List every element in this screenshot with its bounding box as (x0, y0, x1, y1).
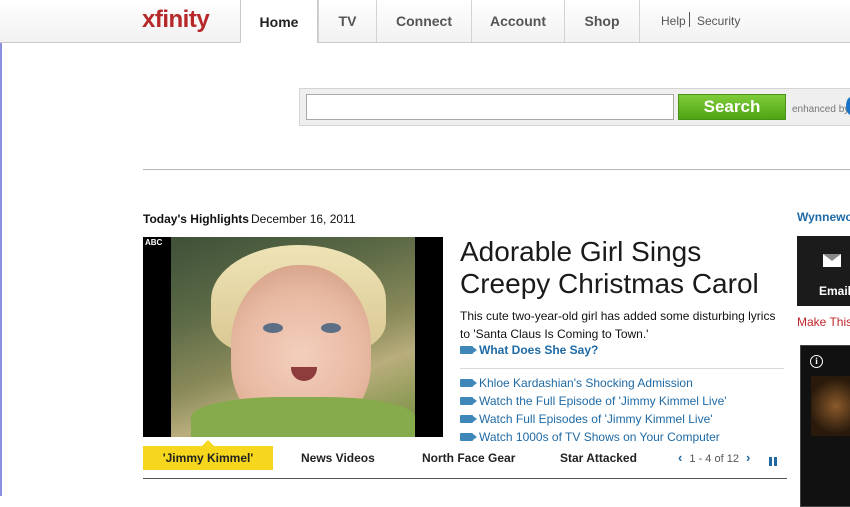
utility-separator (689, 12, 690, 27)
main-video-link[interactable]: What Does She Say? (460, 343, 598, 357)
main-video-link-label: What Does She Say? (479, 343, 599, 357)
carousel-baseline (143, 478, 787, 479)
side-video-thumbnail[interactable] (800, 345, 850, 507)
tab-tv[interactable]: TV (318, 0, 376, 42)
carousel-tab-star-attacked[interactable]: Star Attacked (560, 446, 637, 470)
video-scene (171, 237, 415, 437)
video-camera-icon (460, 378, 477, 387)
shirt-shape (191, 397, 415, 437)
related-link[interactable]: Khloe Kardashian's Shocking Admission (460, 376, 693, 390)
search-provider-logo (846, 97, 850, 115)
pause-icon[interactable] (769, 453, 779, 471)
related-link[interactable]: Watch Full Episodes of 'Jimmy Kimmel Liv… (460, 412, 713, 426)
location-link[interactable]: Wynnewo (797, 210, 850, 224)
right-eye-shape (321, 323, 341, 333)
search-input[interactable] (306, 94, 674, 120)
section-divider (143, 169, 850, 170)
help-link[interactable]: Help (661, 14, 686, 28)
carousel-tab-north-face-gear[interactable]: North Face Gear (422, 446, 515, 470)
video-camera-icon (460, 396, 477, 405)
xfinity-logo[interactable]: xfinity (142, 6, 210, 34)
network-badge: ABC (145, 238, 163, 247)
security-link[interactable]: Security (697, 14, 740, 28)
email-panel[interactable]: Email (797, 236, 850, 306)
email-label: Email (819, 284, 850, 298)
previous-arrow-icon[interactable]: ‹ (678, 450, 682, 465)
related-link[interactable]: Watch the Full Episode of 'Jimmy Kimmel … (460, 394, 727, 408)
carousel-pager: ‹ 1 - 4 of 12 › (678, 446, 750, 471)
side-video-scene (811, 376, 850, 436)
related-link-label: Watch Full Episodes of 'Jimmy Kimmel Liv… (479, 412, 713, 426)
tab-shop[interactable]: Shop (564, 0, 640, 42)
envelope-icon (823, 254, 841, 267)
story-teaser: This cute two-year-old girl has added so… (460, 309, 776, 341)
video-camera-icon (460, 414, 477, 423)
video-camera-icon (460, 345, 477, 354)
video-camera-icon (460, 432, 477, 441)
links-separator (460, 368, 784, 369)
left-edge-rule (0, 0, 2, 496)
search-button[interactable]: Search (678, 94, 786, 120)
carousel-tab-news-videos[interactable]: News Videos (301, 446, 375, 470)
related-link-label: Khloe Kardashian's Shocking Admission (479, 376, 693, 390)
related-link-label: Watch 1000s of TV Shows on Your Computer (479, 430, 720, 444)
tab-connect[interactable]: Connect (376, 0, 471, 42)
related-link-label: Watch the Full Episode of 'Jimmy Kimmel … (479, 394, 727, 408)
highlights-date: December 16, 2011 (251, 212, 356, 226)
tab-home[interactable]: Home (240, 0, 318, 43)
highlights-title: Today's Highlights (143, 212, 249, 226)
info-icon[interactable]: i (810, 355, 823, 368)
left-eye-shape (263, 323, 283, 333)
carousel-tab-jimmy-kimmel[interactable]: 'Jimmy Kimmel' (143, 446, 273, 470)
make-this-link[interactable]: Make This (797, 315, 850, 329)
featured-video-thumbnail[interactable]: ABC (143, 237, 443, 437)
story-headline[interactable]: Adorable Girl Sings Creepy Christmas Car… (460, 236, 790, 300)
enhanced-by-label: enhanced by (792, 104, 850, 115)
tab-account[interactable]: Account (471, 0, 564, 42)
next-arrow-icon[interactable]: › (746, 450, 750, 465)
pager-count: 1 - 4 of 12 (689, 453, 739, 465)
top-nav: xfinity Home TV Connect Account Shop Hel… (0, 0, 850, 43)
related-link[interactable]: Watch 1000s of TV Shows on Your Computer (460, 430, 720, 444)
